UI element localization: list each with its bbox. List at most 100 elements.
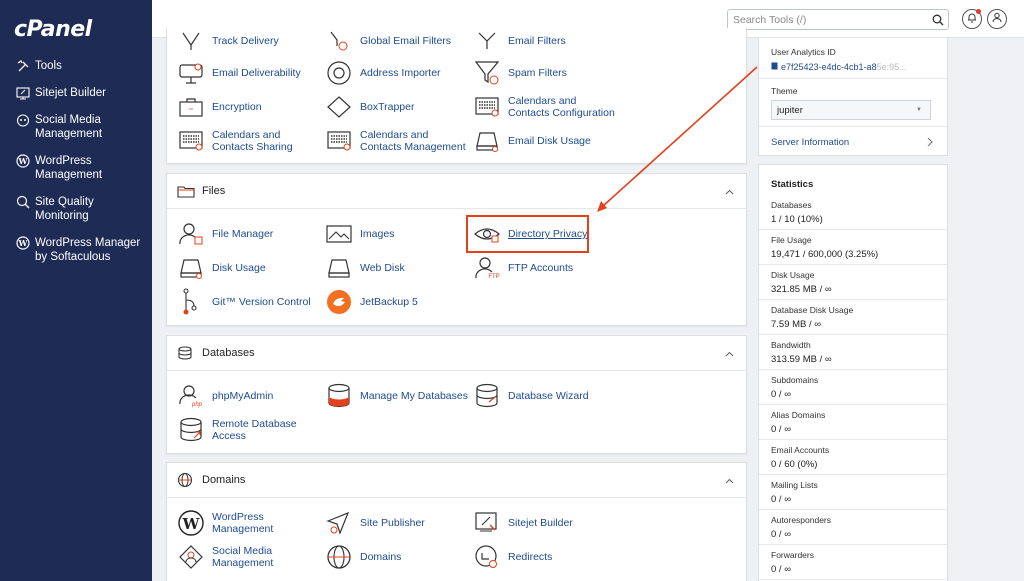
stat-disk-usage: Disk Usage 321.85 MB / ∞ [759, 265, 947, 300]
svg-text:W: W [182, 515, 201, 533]
databases-panel: Databases php phpMyAdmin Manage My Datab… [166, 335, 747, 454]
stat-autoresponders: Autoresponders 0 / ∞ [759, 510, 947, 545]
theme-select[interactable]: jupiter ▼ [771, 100, 931, 120]
sidebar-item-tools[interactable]: Tools [0, 56, 152, 76]
svg-text:**: ** [189, 108, 193, 114]
boxtrapper-link[interactable]: BoxTrapper [325, 94, 470, 120]
search-box[interactable] [727, 9, 949, 30]
dropdown-arrow-icon: ▼ [916, 107, 922, 113]
web-disk-link[interactable]: Web Disk [325, 255, 470, 281]
calendars-contacts-configuration-link[interactable]: Calendars and Contacts Configuration [473, 94, 618, 120]
calendar-icon [325, 128, 353, 154]
redirects-icon [473, 544, 501, 570]
stat-bandwidth: Bandwidth 313.59 MB / ∞ [759, 335, 947, 370]
sidebar: cPanel Tools Sitejet Builder Social Medi… [0, 0, 152, 581]
database-icon [177, 346, 195, 360]
track-delivery-link[interactable]: Track Delivery [177, 28, 322, 54]
redirects-link[interactable]: Redirects [473, 544, 618, 570]
sidebar-item-site-quality[interactable]: Site Quality Monitoring [0, 192, 152, 226]
svg-text:W: W [18, 238, 29, 248]
track-delivery-icon [177, 28, 205, 54]
sidebar-item-sitejet[interactable]: Sitejet Builder [0, 83, 152, 103]
chevron-up-icon[interactable] [725, 475, 734, 487]
globe-icon [325, 544, 353, 570]
search-icon[interactable] [932, 13, 944, 31]
address-importer-link[interactable]: Address Importer [325, 60, 470, 86]
general-info-card: User Analytics ID e7f25423-e4dc-4cb1-a8 5… [758, 38, 948, 156]
disk-usage-link[interactable]: Disk Usage [177, 255, 322, 281]
globe-icon [177, 472, 195, 488]
sidebar-item-social-media[interactable]: Social Media Management [0, 110, 152, 144]
databases-section-header[interactable]: Databases [167, 336, 746, 371]
highlight-box [466, 215, 589, 253]
stat-forwarders: Forwarders 0 / ∞ [759, 545, 947, 580]
statistics-title: Statistics [771, 179, 814, 190]
files-section-header[interactable]: Files [167, 174, 746, 209]
cpanel-logo[interactable]: cPanel [14, 17, 92, 42]
domains-link[interactable]: Domains [325, 544, 470, 570]
file-manager-link[interactable]: File Manager [177, 221, 322, 247]
phpmyadmin-icon: php [177, 383, 205, 409]
encryption-icon: ** [177, 94, 205, 120]
user-icon [992, 10, 1002, 28]
analytics-id-faded: 5e:95... [876, 62, 907, 72]
database-icon [325, 383, 353, 409]
git-version-control-link[interactable]: Git™ Version Control [177, 288, 322, 315]
disk-usage-icon [177, 255, 205, 281]
spam-filter-icon [473, 60, 501, 86]
stat-mailing-lists: Mailing Lists 0 / ∞ [759, 475, 947, 510]
chevron-up-icon[interactable] [725, 348, 734, 360]
social-media-management-link[interactable]: Social Media Management [177, 544, 322, 570]
analytics-id-label: User Analytics ID [771, 47, 836, 57]
database-wizard-link[interactable]: Database Wizard [473, 383, 618, 409]
email-deliverability-link[interactable]: Email Deliverability [177, 60, 322, 86]
encryption-link[interactable]: ** Encryption [177, 94, 322, 120]
images-icon [325, 221, 353, 247]
svg-text:W: W [18, 156, 29, 166]
global-email-filters-link[interactable]: Global Email Filters [325, 28, 470, 54]
images-link[interactable]: Images [325, 221, 470, 247]
wordpress-management-link[interactable]: W WordPress Management [177, 510, 322, 536]
user-menu-button[interactable] [987, 9, 1007, 29]
statistics-list: Databases 1 / 10 (10%) File Usage 19,471 /… [759, 195, 947, 580]
calendar-icon [473, 94, 501, 120]
stat-email-accounts: Email Accounts 0 / 60 (0%) [759, 440, 947, 475]
remote-database-icon [177, 417, 205, 443]
phpmyadmin-link[interactable]: php phpMyAdmin [177, 383, 322, 409]
copy-icon[interactable] [771, 62, 778, 72]
web-disk-icon [325, 255, 353, 281]
tools-icon [14, 59, 32, 73]
svg-text:php: php [191, 402, 203, 408]
email-deliverability-icon [177, 60, 205, 86]
analytics-id-row[interactable]: e7f25423-e4dc-4cb1-a8 5e:95... [771, 62, 935, 72]
server-information-link[interactable]: Server Information [759, 126, 947, 158]
domains-section-header[interactable]: Domains [167, 463, 746, 498]
stat-subdomains: Subdomains 0 / ∞ [759, 370, 947, 405]
sidebar-item-wordpress-manager[interactable]: W WordPress Manager by Softaculous [0, 233, 152, 267]
search-input[interactable] [728, 10, 918, 30]
sitejet-icon [14, 86, 32, 100]
email-disk-usage-link[interactable]: Email Disk Usage [473, 128, 618, 154]
theme-value: jupiter [777, 105, 803, 116]
wordpress-icon: W [14, 236, 32, 250]
stat-databases: Databases 1 / 10 (10%) [759, 195, 947, 230]
spam-filters-link[interactable]: Spam Filters [473, 60, 618, 86]
analytics-id-value: e7f25423-e4dc-4cb1-a8 [781, 62, 877, 72]
email-filters-link[interactable]: Email Filters [473, 28, 618, 54]
ftp-accounts-link[interactable]: FTP FTP Accounts [473, 255, 618, 281]
sidebar-item-wordpress[interactable]: W WordPress Management [0, 151, 152, 185]
site-quality-icon [14, 195, 32, 209]
remote-database-access-link[interactable]: Remote Database Access [177, 417, 322, 443]
calendars-contacts-management-link[interactable]: Calendars and Contacts Management [325, 128, 470, 154]
chevron-up-icon[interactable] [725, 186, 734, 198]
site-publisher-link[interactable]: Site Publisher [325, 510, 470, 536]
sitejet-builder-link[interactable]: Sitejet Builder [473, 510, 618, 536]
calendars-contacts-sharing-link[interactable]: Calendars and Contacts Sharing [177, 128, 322, 154]
notifications-button[interactable] [962, 9, 982, 29]
social-media-icon [177, 544, 205, 570]
jetbackup-link[interactable]: JetBackup 5 [325, 289, 470, 315]
files-section-title: Files [202, 185, 226, 197]
sitejet-icon [473, 510, 501, 536]
manage-my-databases-link[interactable]: Manage My Databases [325, 383, 470, 409]
domains-section-title: Domains [202, 474, 246, 486]
